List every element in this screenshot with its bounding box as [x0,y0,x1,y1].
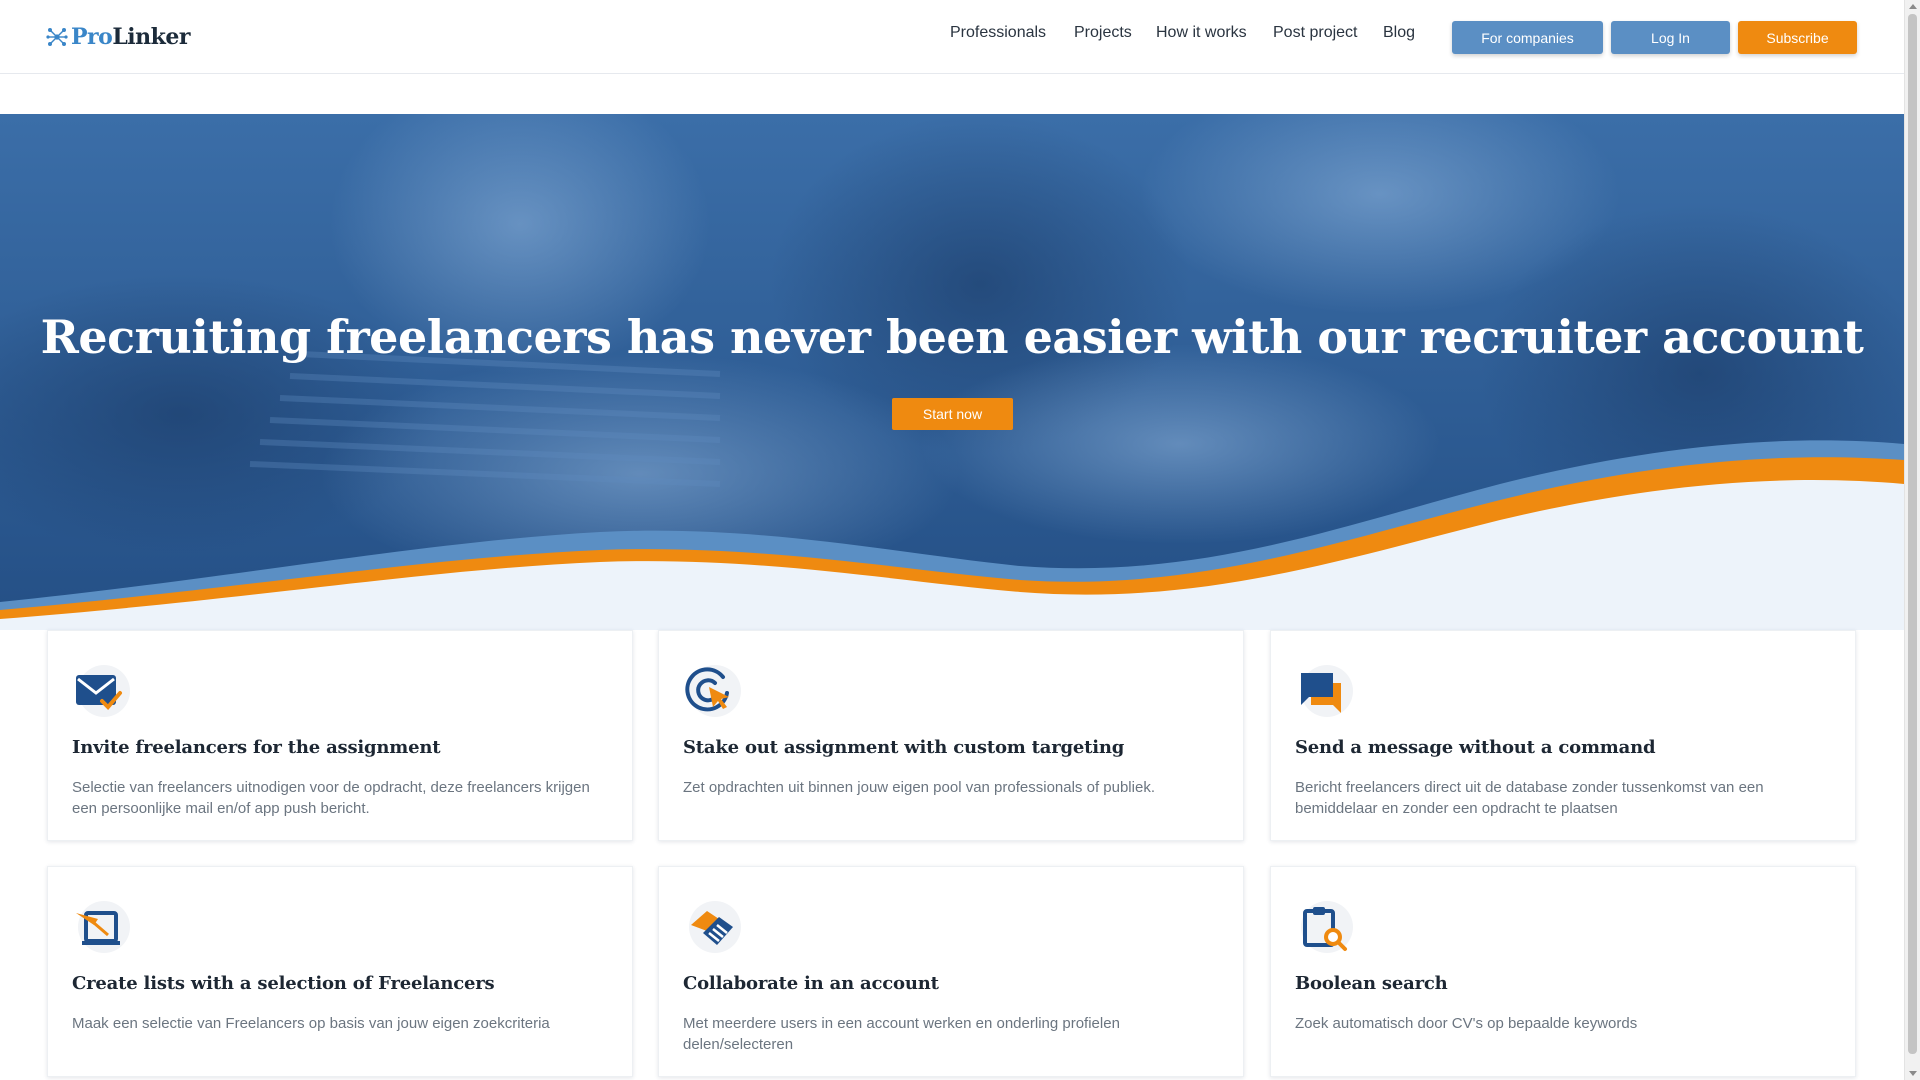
card-description: Zoek automatisch door CV's op bepaalde k… [1295,1015,1638,1032]
card-title: Boolean search [1295,973,1448,994]
feature-card-message: Send a message without a command Bericht… [1270,630,1856,841]
feature-card-boolean: Boolean search Zoek automatisch door CV'… [1270,866,1856,1077]
logo[interactable]: ProLinker [46,22,190,52]
clipboard-search-glyph [1303,907,1347,951]
hero-background-photo [0,114,1904,630]
nav-professionals[interactable]: Professionals [950,24,1046,42]
card-description: Zet opdrachten uit binnen jouw eigen poo… [683,779,1155,796]
scroll-down-arrow-icon[interactable] [1909,1071,1917,1076]
card-description: Selectie van freelancers uitnodigen voor… [72,779,590,817]
feature-card-lists: Create lists with a selection of Freelan… [47,866,633,1077]
card-description: Bericht freelancers direct uit de databa… [1295,779,1764,817]
subscribe-button[interactable]: Subscribe [1738,21,1857,54]
handshake-glyph [691,911,733,945]
for-companies-button[interactable]: For companies [1452,21,1603,54]
nav-blog[interactable]: Blog [1383,24,1415,42]
hero-section: Recruiting freelancers has never been ea… [0,114,1904,630]
scroll-thumb[interactable] [1908,14,1917,1054]
network-icon [46,28,68,46]
card-title: Send a message without a command [1295,737,1656,758]
hero-title: Recruiting freelancers has never been ea… [40,310,1864,364]
feature-card-targeting: Stake out assignment with custom targeti… [658,630,1244,841]
nav-how-it-works[interactable]: How it works [1156,24,1247,42]
envelope-check-glyph [76,675,122,710]
chat-bubbles-icon [1295,663,1353,721]
scroll-up-arrow-icon[interactable] [1909,4,1917,9]
logo-part-linker: Linker [112,24,190,50]
laptop-pen-icon [72,899,130,957]
clipboard-search-icon [1295,899,1353,957]
card-description: Maak een selectie van Freelancers op bas… [72,1015,550,1032]
card-title: Create lists with a selection of Freelan… [72,973,495,994]
card-title: Collaborate in an account [683,973,939,994]
page-scrollbar[interactable] [1904,0,1920,1080]
target-cursor-icon [683,663,741,721]
target-cursor-glyph [685,667,729,712]
feature-card-collaborate: Collaborate in an account Met meerdere u… [658,866,1244,1077]
nav-projects[interactable]: Projects [1074,24,1132,42]
feature-card-invite: Invite freelancers for the assignment Se… [47,630,633,841]
laptop-pen-glyph [76,911,120,945]
nav-post-project[interactable]: Post project [1273,24,1357,42]
card-description: Met meerdere users in een account werken… [683,1015,1120,1053]
handshake-icon [683,899,741,957]
site-header: ProLinker Professionals Projects How it … [0,0,1904,74]
chat-bubbles-glyph [1301,673,1341,713]
logo-part-pro: Pro [71,24,113,50]
envelope-check-icon [72,663,130,721]
start-now-button[interactable]: Start now [892,398,1013,430]
card-title: Invite freelancers for the assignment [72,737,441,758]
logo-text: ProLinker [71,24,190,50]
card-title: Stake out assignment with custom targeti… [683,737,1125,758]
login-button[interactable]: Log In [1611,21,1730,54]
